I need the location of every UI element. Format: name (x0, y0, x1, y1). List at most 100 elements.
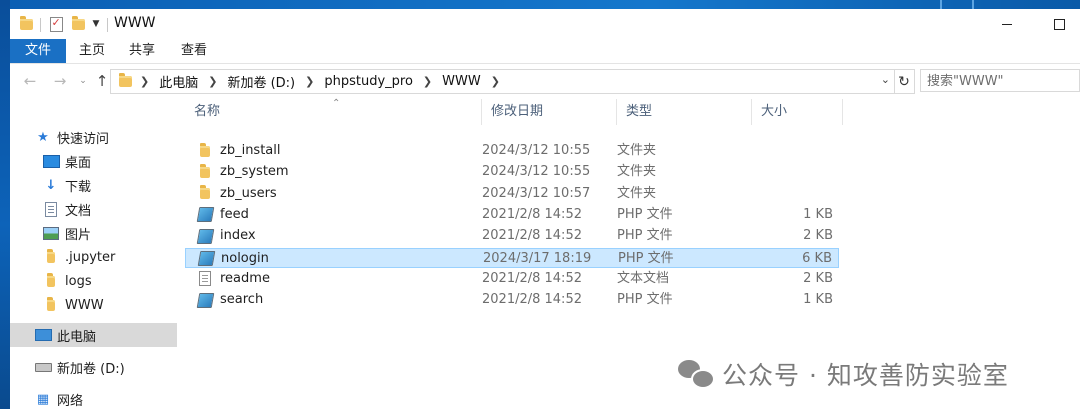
forward-button[interactable]: → (51, 72, 69, 90)
file-modified: 2024/3/12 10:57 (482, 185, 591, 201)
nav-this-pc[interactable]: 此电脑 (10, 323, 191, 347)
folder-icon (197, 163, 213, 180)
tab-home[interactable]: 主页 (68, 39, 116, 63)
nav-label: WWW (65, 297, 104, 313)
file-modified: 2021/2/8 14:52 (482, 270, 582, 286)
file-row[interactable]: search 2021/2/8 14:52 PHP 文件 1 KB (185, 290, 839, 310)
back-button[interactable]: ← (21, 72, 39, 90)
folder-icon (42, 248, 60, 265)
file-row[interactable]: zb_users 2024/3/12 10:57 文件夹 (185, 184, 839, 204)
watermark-text: 公众号 · 知攻善防实验室 (722, 361, 1009, 390)
new-folder-icon[interactable] (70, 15, 86, 32)
nav-label: 文档 (65, 203, 92, 219)
column-label: 大小 (761, 104, 788, 119)
chevron-right-icon[interactable]: ❯ (140, 75, 149, 88)
breadcrumb-item[interactable]: WWW (442, 74, 481, 89)
file-modified: 2024/3/12 10:55 (482, 164, 591, 180)
nav-label: 图片 (65, 227, 92, 243)
recent-locations-chevron-icon[interactable]: ⌄ (74, 72, 92, 90)
file-row[interactable]: zb_system 2024/3/12 10:55 文件夹 (185, 162, 839, 182)
customize-toolbar-chevron-icon[interactable]: ▼ (90, 16, 102, 32)
nav-item-www[interactable]: WWW (10, 293, 199, 317)
folder-icon (42, 296, 60, 313)
minimize-button[interactable] (984, 12, 1030, 36)
file-name: feed (220, 206, 249, 222)
chevron-right-icon[interactable]: ❯ (423, 75, 432, 88)
nav-item-pictures[interactable]: 图片 📌 (10, 221, 199, 245)
desktop-background-top (10, 0, 1080, 9)
desktop-background-left (0, 0, 10, 409)
file-type: PHP 文件 (617, 228, 673, 244)
file-row[interactable]: feed 2021/2/8 14:52 PHP 文件 1 KB (185, 205, 839, 225)
tab-share[interactable]: 共享 (118, 39, 166, 63)
nav-item-downloads[interactable]: ↓ 下载 📌 (10, 173, 199, 197)
breadcrumb-item[interactable]: 新加卷 (D:) (227, 72, 295, 91)
properties-icon[interactable] (48, 16, 64, 32)
up-button[interactable]: ↑ (93, 72, 111, 90)
nav-item-jupyter[interactable]: .jupyter (10, 245, 199, 269)
column-header-modified[interactable]: 修改日期 (482, 99, 617, 125)
breadcrumb: ❯ 此电脑 ❯ 新加卷 (D:) ❯ phpstudy_pro ❯ WWW ❯ (119, 70, 510, 93)
nav-quick-access[interactable]: ★ 快速访问 (10, 125, 191, 149)
tab-view[interactable]: 查看 (170, 39, 218, 63)
nav-label: 桌面 (65, 155, 92, 171)
download-icon: ↓ (45, 177, 57, 193)
file-size: 1 KB (803, 206, 833, 222)
nav-network[interactable]: ▦ 网络 (10, 387, 191, 409)
file-name-cell: feed (196, 205, 249, 225)
nav-item-logs[interactable]: logs (10, 269, 199, 293)
desktop-icon (42, 153, 60, 169)
folder-icon (197, 142, 213, 159)
file-name-cell: zb_system (197, 162, 289, 182)
file-type: PHP 文件 (618, 250, 674, 266)
watermark: 公众号 · 知攻善防实验室 (678, 356, 1009, 392)
php-file-icon (197, 251, 215, 267)
refresh-button[interactable]: ↻ (894, 69, 915, 94)
column-label: 名称 (194, 104, 221, 119)
address-row: ← → ⌄ ↑ ❯ 此电脑 ❯ 新加卷 (D:) ❯ phpstudy_pro … (10, 64, 1080, 98)
nav-label: 此电脑 (57, 329, 97, 345)
file-name: nologin (221, 250, 269, 266)
file-size: 2 KB (803, 270, 833, 286)
document-icon (42, 201, 60, 217)
file-name: zb_system (220, 164, 289, 180)
column-header-type[interactable]: 类型 (617, 99, 752, 125)
column-header-size[interactable]: 大小 (752, 99, 843, 125)
address-bar[interactable]: ❯ 此电脑 ❯ 新加卷 (D:) ❯ phpstudy_pro ❯ WWW ❯ … (110, 69, 895, 94)
file-row[interactable]: index 2021/2/8 14:52 PHP 文件 2 KB (185, 226, 839, 246)
navigation-pane: ★ 快速访问 桌面 📌 ↓ 下载 📌 文档 📌 图片 📌 .jupyter (10, 99, 193, 409)
nav-item-documents[interactable]: 文档 📌 (10, 197, 199, 221)
file-row[interactable]: readme 2021/2/8 14:52 文本文档 2 KB (185, 269, 839, 289)
file-type: 文本文档 (617, 270, 670, 286)
tab-file[interactable]: 文件 (10, 39, 66, 63)
chevron-right-icon[interactable]: ❯ (305, 75, 314, 88)
file-name: index (220, 228, 256, 244)
nav-label: 新加卷 (D:) (57, 361, 125, 377)
nav-drive-d[interactable]: 新加卷 (D:) (10, 355, 191, 379)
title-bar: ▼ WWW (10, 9, 1080, 39)
address-history-chevron-icon[interactable]: ⌄ (881, 73, 890, 86)
file-size: 2 KB (803, 228, 833, 244)
file-name-cell: zb_install (197, 141, 281, 161)
file-row[interactable]: zb_install 2024/3/12 10:55 文件夹 (185, 141, 839, 161)
file-name-cell: zb_users (197, 184, 277, 204)
file-name: zb_install (220, 143, 281, 158)
php-file-icon (196, 228, 214, 244)
file-row[interactable]: nologin 2024/3/17 18:19 PHP 文件 6 KB (185, 247, 839, 268)
search-input[interactable]: 搜索"WWW" (920, 69, 1080, 92)
text-file-icon (197, 271, 213, 287)
divider (40, 18, 41, 32)
wechat-logo-icon (678, 358, 715, 390)
sort-ascending-icon: ⌃ (332, 98, 341, 109)
file-name: zb_users (220, 185, 277, 201)
maximize-button[interactable] (1036, 12, 1080, 36)
file-type: 文件夹 (617, 143, 657, 158)
chevron-right-icon[interactable]: ❯ (491, 75, 500, 88)
nav-label: logs (65, 273, 92, 289)
breadcrumb-item[interactable]: 此电脑 (159, 72, 198, 91)
breadcrumb-item[interactable]: phpstudy_pro (324, 74, 413, 89)
column-header-name[interactable]: ⌃ 名称 (185, 98, 482, 125)
nav-item-desktop[interactable]: 桌面 📌 (10, 149, 199, 173)
chevron-right-icon[interactable]: ❯ (208, 75, 217, 88)
file-size: 6 KB (802, 250, 832, 266)
